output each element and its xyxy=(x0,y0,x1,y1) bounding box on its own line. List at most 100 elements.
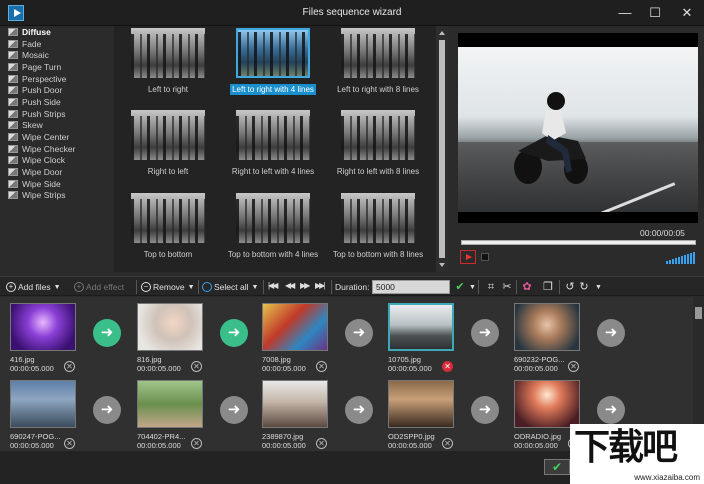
remove-item-icon[interactable]: ✕ xyxy=(568,361,579,372)
timeline-item[interactable]: 816.jpg 00:00:05.000 ✕ xyxy=(137,303,205,373)
timeline-item[interactable]: 690247-POG... 00:00:05.000 ✕ xyxy=(10,380,78,450)
timeline-item[interactable]: 2389870.jpg 00:00:05.000 ✕ xyxy=(262,380,330,450)
remove-item-icon[interactable]: ✕ xyxy=(316,438,327,449)
effect-item[interactable]: Fade xyxy=(4,38,110,50)
transition-thumbnail[interactable]: Right to left with 4 lines xyxy=(219,110,327,177)
scrollbar-thumb[interactable] xyxy=(695,307,702,319)
timeline-item[interactable]: 7008.jpg 00:00:05.000 ✕ xyxy=(262,303,330,373)
timeline-thumbnail xyxy=(137,303,203,351)
preview-panel xyxy=(458,33,698,223)
transition-arrow-icon[interactable] xyxy=(471,319,499,347)
rotate-left-icon[interactable]: ↺ xyxy=(563,280,577,294)
scrollbar-thumb[interactable] xyxy=(439,40,445,258)
timeline-item[interactable]: 690232-POG... 00:00:05.000 ✕ xyxy=(514,303,582,373)
cut-icon[interactable]: ✂ xyxy=(500,280,514,294)
remove-item-icon[interactable]: ✕ xyxy=(442,361,453,372)
effect-label: Wipe Door xyxy=(22,167,63,178)
stop-button[interactable] xyxy=(481,253,489,261)
remove-item-icon[interactable]: ✕ xyxy=(191,361,202,372)
transition-arrow-icon[interactable] xyxy=(93,396,121,424)
timeline-thumbnail xyxy=(10,380,76,428)
effect-item[interactable]: Page Turn xyxy=(4,61,110,73)
transition-thumbnail[interactable]: Left to right with 4 lines xyxy=(219,28,327,95)
effect-item[interactable]: Push Door xyxy=(4,84,110,96)
apply-dropdown[interactable]: ▼ xyxy=(466,280,476,294)
transition-arrow-icon[interactable] xyxy=(93,319,121,347)
timeline-item[interactable]: 704402-PR4... 00:00:05.000 ✕ xyxy=(137,380,205,450)
scroll-up-icon[interactable] xyxy=(439,31,445,35)
effect-item[interactable]: Wipe Strips xyxy=(4,190,110,202)
transition-preview-image xyxy=(341,28,415,78)
timeline-item[interactable]: 10705.jpg 00:00:05.000 ✕ xyxy=(388,303,456,373)
transition-thumbnail[interactable]: Left to right xyxy=(114,28,222,95)
effect-item[interactable]: Wipe Center xyxy=(4,131,110,143)
effect-item[interactable]: Wipe Side xyxy=(4,178,110,190)
thumbnail-scrollbar[interactable] xyxy=(436,26,448,272)
title-bar: Files sequence wizard — ☐ ✕ xyxy=(0,0,704,26)
transition-thumbnail[interactable]: Left to right with 8 lines xyxy=(324,28,432,95)
remove-item-icon[interactable]: ✕ xyxy=(316,361,327,372)
remove-item-icon[interactable]: ✕ xyxy=(442,438,453,449)
transition-arrow-icon[interactable] xyxy=(597,396,625,424)
chevron-down-icon: ▼ xyxy=(53,283,61,291)
watermark: 下载吧 www.xiazaiba.com xyxy=(570,424,704,484)
remove-item-icon[interactable]: ✕ xyxy=(64,361,75,372)
effect-item[interactable]: Wipe Checker xyxy=(4,143,110,155)
color-effects-icon[interactable]: ✿ xyxy=(520,280,534,294)
timeline-item[interactable]: OD2SPP0.jpg 00:00:05.000 ✕ xyxy=(388,380,456,450)
copy-icon[interactable]: ❐ xyxy=(541,280,555,294)
transition-arrow-icon[interactable] xyxy=(220,396,248,424)
window-title: Files sequence wizard xyxy=(302,7,402,18)
maximize-icon[interactable]: ☐ xyxy=(642,3,668,23)
remove-item-icon[interactable]: ✕ xyxy=(64,438,75,449)
transition-thumbnail[interactable]: Right to left xyxy=(114,110,222,177)
transition-thumbnail[interactable]: Top to bottom xyxy=(114,193,222,260)
transition-thumbnail[interactable]: Top to bottom with 8 lines xyxy=(324,193,432,260)
transition-thumbnail[interactable]: Top to bottom with 4 lines xyxy=(219,193,327,260)
scroll-down-icon[interactable] xyxy=(439,263,445,267)
preview-progress-bar[interactable] xyxy=(461,240,696,245)
effect-label: Push Strips xyxy=(22,108,66,119)
add-files-button[interactable]: + Add files ▼ xyxy=(6,280,61,294)
transition-arrow-icon[interactable] xyxy=(471,396,499,424)
apply-check-icon[interactable]: ✔ xyxy=(453,280,467,294)
add-effect-button[interactable]: + Add effect xyxy=(74,280,124,294)
transition-arrow-icon[interactable] xyxy=(345,396,373,424)
effect-item[interactable]: Skew xyxy=(4,120,110,132)
transition-arrow-icon[interactable] xyxy=(345,319,373,347)
effect-item[interactable]: Wipe Clock xyxy=(4,155,110,167)
timeline-item[interactable]: 416.jpg 00:00:05.000 ✕ xyxy=(10,303,78,373)
transition-arrow-icon[interactable] xyxy=(597,319,625,347)
rotate-right-icon[interactable]: ↻ xyxy=(577,280,591,294)
last-icon[interactable]: ▶▶| xyxy=(315,281,325,290)
transition-arrow-icon[interactable] xyxy=(220,319,248,347)
rotate-dropdown[interactable]: ▼ xyxy=(592,280,602,294)
duration-input[interactable]: 5000 xyxy=(372,280,450,294)
previous-icon[interactable]: ◀◀ xyxy=(285,281,295,290)
minimize-icon[interactable]: — xyxy=(612,3,638,23)
effect-icon xyxy=(8,51,18,60)
transition-thumbnail[interactable]: Right to left with 8 lines xyxy=(324,110,432,177)
ok-button[interactable]: ✔ xyxy=(544,459,570,475)
effect-label: Wipe Center xyxy=(22,132,70,143)
volume-icon[interactable] xyxy=(666,250,696,264)
first-icon[interactable]: |◀◀ xyxy=(268,281,278,290)
next-icon[interactable]: ▶▶ xyxy=(300,281,310,290)
effect-item[interactable]: Wipe Door xyxy=(4,166,110,178)
effect-label: Perspective xyxy=(22,73,67,84)
effect-item[interactable]: Diffuse xyxy=(4,26,110,38)
select-all-button[interactable]: Select all ▼ xyxy=(202,280,258,294)
effect-label: Push Door xyxy=(22,85,63,96)
remove-button[interactable]: − Remove ▼ xyxy=(141,280,195,294)
effect-icon xyxy=(8,191,18,200)
remove-item-icon[interactable]: ✕ xyxy=(191,438,202,449)
effect-item[interactable]: Push Strips xyxy=(4,108,110,120)
play-button[interactable] xyxy=(460,250,476,264)
effect-label: Push Side xyxy=(22,96,61,107)
effect-item[interactable]: Push Side xyxy=(4,96,110,108)
timeline-thumbnail xyxy=(514,380,580,428)
crop-icon[interactable]: ⌗ xyxy=(484,280,498,294)
effect-item[interactable]: Perspective xyxy=(4,73,110,85)
close-icon[interactable]: ✕ xyxy=(674,3,700,23)
effect-item[interactable]: Mosaic xyxy=(4,49,110,61)
